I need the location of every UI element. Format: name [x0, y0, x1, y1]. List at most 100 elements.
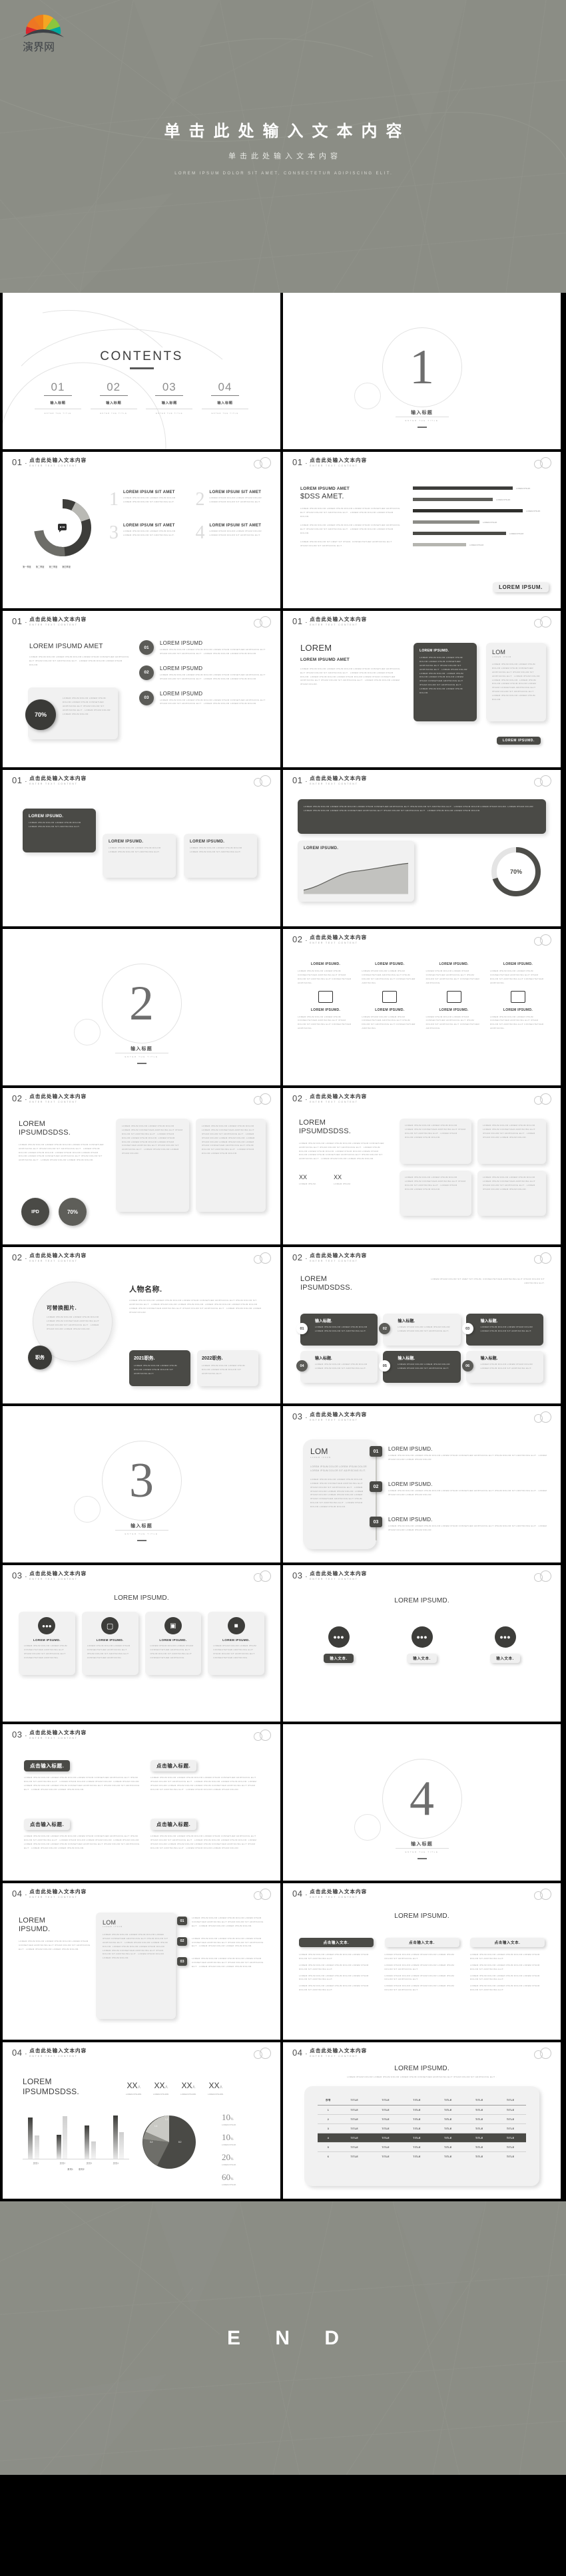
step-item-03[interactable]: 03 LOREM IPSUM DOLOR LOREM IPSUM DOLOR L…	[177, 1957, 264, 1969]
step-item-01[interactable]: 01 LOREM IPSUM DOLOR LOREM IPSUM DOLOR L…	[177, 1917, 264, 1929]
bullet-block-1[interactable]: 点击输入文本. LOREM IPSUM DOLOR LOREM IPSUM DO…	[299, 1935, 374, 1992]
feature-card-1[interactable]: LOREM IPSUMD. LOREM IPSUM DOLOR LOREM IP…	[23, 809, 96, 852]
title-card-01[interactable]: 01 输入标题. LOREM IPSUM DOLOR LOREM IPSUM D…	[296, 1314, 378, 1346]
bullet-title-button[interactable]: 点击输入文本.	[470, 1938, 545, 1947]
section-divider-slide-3[interactable]: 3 输入标题 ENTER THE TITLE	[3, 1406, 280, 1563]
table-row[interactable]: 1 TITLE TITLE TITLE TITLE TITLE TITLE	[318, 2106, 526, 2115]
click-title-block-3[interactable]: 点击输入标题. LOREM IPSUM DOLOR LOREM IPSUM DO…	[24, 1817, 144, 1851]
click-title-block-4[interactable]: 点击输入标题. LOREM IPSUM DOLOR LOREM IPSUM DO…	[150, 1817, 264, 1851]
click-title-block-1[interactable]: 点击输入标题. LOREM IPSUM DOLOR LOREM IPSUM DO…	[24, 1759, 144, 1792]
panel-cta-button[interactable]: LOREM IPSUMD.	[496, 737, 541, 745]
icon-card-3[interactable]: ▣ LOREM IPSUMD. LOREM IPSUM DOLOR LOREM …	[144, 1612, 202, 1675]
title-button[interactable]: 点击输入标题.	[24, 1760, 71, 1771]
detail-card-left[interactable]: LOREM IPSUM DOLOR LOREM IPSUM DOLOR LORE…	[116, 1119, 189, 1212]
role-card-2021[interactable]: 2021职务. LOREM IPSUM DOLOR LOREM IPSUM DO…	[129, 1350, 190, 1386]
table-row[interactable]: 3 TITLE TITLE TITLE TITLE TITLE TITLE	[318, 2124, 526, 2133]
step-item-02[interactable]: 02 LOREM IPSUM DOLOR LOREM IPSUM DOLOR L…	[177, 1936, 264, 1949]
section-divider-slide-2[interactable]: 2 输入标题 ENTER THE TITLE	[3, 929, 280, 1085]
contents-item-04[interactable]: 04 输入标题 ENTER THE TITLE	[201, 381, 248, 415]
click-title-block-2[interactable]: 点击输入标题. LOREM IPSUM DOLOR LOREM IPSUM DO…	[150, 1759, 264, 1792]
table-row[interactable]: 5 TITLE TITLE TITLE TITLE TITLE TITLE	[318, 2143, 526, 2152]
bullet-block-3[interactable]: 点击输入文本. LOREM IPSUM DOLOR LOREM IPSUM DO…	[470, 1935, 545, 1992]
table-row-highlighted[interactable]: 4 TITLE TITLE TITLE TITLE TITLE TITLE	[318, 2133, 526, 2143]
point-item-3[interactable]: 3 LOREM IPSUM SIT AMET LOREM IPSUM DOLOR…	[109, 524, 186, 542]
light-panel[interactable]: LOM LOREM IPSUM LOREM IPSUM DOLOR LOREM …	[486, 643, 546, 721]
slide-donut-four-points[interactable]: 01 . 点击此处输入文本内容 ENTER TEXT CONTENT 第一季度 …	[3, 452, 280, 608]
table-container[interactable]: 序号 TITLE TITLE TITLE TITLE TITLE TITLE 1…	[304, 2086, 539, 2186]
slide-lorem-panels[interactable]: 01 . 点击此处输入文本内容 ENTER TEXT CONTENT LOREM…	[283, 611, 561, 767]
area-chart-card[interactable]: LOREM IPSUMD.	[298, 840, 414, 902]
numbered-item-03[interactable]: 03 LOREM IPSUMD LOREM IPSUM DOLOR LOREM …	[139, 690, 272, 707]
title-card-06[interactable]: 06 输入标题. LOREM IPSUM DOLOR LOREM IPSUM D…	[461, 1351, 543, 1383]
slide-ipd-metrics[interactable]: 02 . 点击此处输入文本内容 ENTER TEXT CONTENT LOREM…	[3, 1088, 280, 1244]
percent-circle[interactable]: 70%	[59, 1198, 87, 1226]
grid-card-3[interactable]: LOREM IPSUM DOLOR LOREM IPSUM DOLOR LORE…	[400, 1171, 471, 1216]
chat-label-button[interactable]: 输入文本.	[490, 1654, 520, 1663]
point-item-4[interactable]: 4 LOREM IPSUM SIT AMET LOREM IPSUM DOLOR…	[196, 524, 273, 542]
percent-card[interactable]: 70% LOREM IPSUM DOLOR LOREM IPSUM DOLOR …	[25, 687, 118, 739]
grid-card-1[interactable]: LOREM IPSUM DOLOR LOREM IPSUM DOLOR LORE…	[400, 1119, 471, 1164]
ipd-circle[interactable]: IPD	[21, 1198, 49, 1226]
chat-item-1[interactable]: ●●● 输入文本.	[307, 1626, 370, 1663]
point-item-2[interactable]: 2 LOREM IPSUM SIT AMET LOREM IPSUM DOLOR…	[196, 490, 273, 509]
numbered-item-01[interactable]: 01 LOREM IPSUMD LOREM IPSUM DOLOR LOREM …	[139, 640, 272, 656]
column-item-4[interactable]: LOREM IPSUMD. LOREM IPSUM DOLOR LOREM IP…	[490, 962, 546, 1031]
icon-card-4[interactable]: ■ LOREM IPSUMD. LOREM IPSUM DOLOR LOREM …	[208, 1612, 264, 1675]
contents-item-01[interactable]: 01 输入标题 ENTER THE TITLE	[35, 381, 81, 415]
slide-click-title-quad[interactable]: 03 . 点击此处输入文本内容 ENTER TEXT CONTENT 点击输入标…	[3, 1724, 280, 1881]
table-row[interactable]: 6 TITLE TITLE TITLE TITLE TITLE TITLE	[318, 2152, 526, 2161]
dark-panel[interactable]: LOREM IPSUMD. LOREM IPSUM DOLOR LOREM IP…	[414, 643, 477, 721]
numbered-item-02[interactable]: 02 LOREM IPSUMD LOREM IPSUM DOLOR LOREM …	[139, 665, 272, 681]
slide-chat-triad[interactable]: 03 . 点击此处输入文本内容 ENTER TEXT CONTENT LOREM…	[283, 1565, 561, 1722]
slide-data-table[interactable]: 04 . 点击此处输入文本内容 ENTER TEXT CONTENT LOREM…	[283, 2042, 561, 2199]
bullet-title-button[interactable]: 点击输入文本.	[299, 1938, 374, 1947]
table-row[interactable]: 2 TITLE TITLE TITLE TITLE TITLE TITLE	[318, 2115, 526, 2124]
slide-person-profile[interactable]: 02 . 点击此处输入文本内容 ENTER TEXT CONTENT 可替换图片…	[3, 1247, 280, 1403]
bullet-block-2[interactable]: 点击输入文本. LOREM IPSUM DOLOR LOREM IPSUM DO…	[384, 1935, 459, 1992]
contents-item-03[interactable]: 03 输入标题 ENTER THE TITLE	[146, 381, 193, 415]
slide-icon-grid-four[interactable]: 03 . 点击此处输入文本内容 ENTER TEXT CONTENT LOREM…	[3, 1565, 280, 1722]
slide-area-chart[interactable]: 01 . 点击此处输入文本内容 ENTER TEXT CONTENT LOREM…	[283, 770, 561, 926]
timeline-item-02[interactable]: 02 LOREM IPSUMD. LOREM IPSUM DOLOR LOREM…	[370, 1481, 548, 1497]
chat-label-button[interactable]: 输入文本.	[324, 1654, 354, 1663]
title-card-05[interactable]: 05 输入标题. LOREM IPSUM DOLOR LOREM IPSUM D…	[379, 1351, 461, 1383]
slide-lom-timeline[interactable]: 03 . 点击此处输入文本内容 ENTER TEXT CONTENT LOM L…	[283, 1406, 561, 1563]
slide-four-columns[interactable]: 02 . 点击此处输入文本内容 ENTER TEXT CONTENT LOREM…	[283, 929, 561, 1085]
role-card-2022[interactable]: 2022职务. LOREM IPSUM DOLOR LOREM IPSUM DO…	[197, 1350, 258, 1386]
slide-charts[interactable]: 04 . 点击此处输入文本内容 ENTER TEXT CONTENT LOREM…	[3, 2042, 280, 2199]
title-card-03[interactable]: 03 输入标题. LOREM IPSUM DOLOR LOREM IPSUM D…	[461, 1314, 543, 1346]
lom-card[interactable]: LOM LOREM IPSUM LOREM IPSUM DOLOR LOREM …	[96, 1913, 176, 2019]
slide-xx-metrics[interactable]: 02 . 点击此处输入文本内容 ENTER TEXT CONTENT LOREM…	[283, 1088, 561, 1244]
slide-title-bullets[interactable]: 04 . 点击此处输入文本内容 ENTER TEXT CONTENT LOREM…	[283, 1883, 561, 2040]
feature-card-3[interactable]: LOREM IPSUMD. LOREM IPSUM DOLOR LOREM IP…	[184, 834, 257, 878]
chat-item-2[interactable]: ●●● 输入文本.	[390, 1626, 453, 1663]
icon-card-1[interactable]: ●●● LOREM IPSUMD. LOREM IPSUM DOLOR LORE…	[19, 1612, 75, 1675]
title-button[interactable]: 点击输入标题.	[150, 1760, 197, 1771]
title-card-02[interactable]: 02 输入标题. LOREM IPSUM DOLOR LOREM IPSUM D…	[379, 1314, 461, 1346]
column-item-1[interactable]: LOREM IPSUMD. LOREM IPSUM DOLOR LOREM IP…	[298, 962, 354, 1031]
column-item-2[interactable]: LOREM IPSUMD. LOREM IPSUM DOLOR LOREM IP…	[362, 962, 418, 1031]
slide-progress-bars[interactable]: 01 . 点击此处输入文本内容 ENTER TEXT CONTENT LOREM…	[283, 452, 561, 608]
slide-six-title-cards[interactable]: 02 . 点击此处输入文本内容 ENTER TEXT CONTENT LOREM…	[283, 1247, 561, 1403]
title-button[interactable]: 点击输入标题.	[150, 1819, 197, 1830]
timeline-item-01[interactable]: 01 LOREM IPSUMD. LOREM IPSUM DOLOR LOREM…	[370, 1446, 548, 1462]
icon-card-2[interactable]: ▢ LOREM IPSUMD. LOREM IPSUM DOLOR LOREM …	[81, 1612, 139, 1675]
lom-side-panel[interactable]: LOM LOREM IPSUM LOREM IPSUM DOLOR LOREM …	[303, 1439, 376, 1549]
section-divider-slide-1[interactable]: 1 输入标题 ENTER THE TITLE	[283, 293, 561, 449]
point-item-1[interactable]: 1 LOREM IPSUM SIT AMET LOREM IPSUM DOLOR…	[109, 490, 186, 509]
section-divider-slide-4[interactable]: 4 输入标题 ENTER THE TITLE	[283, 1724, 561, 1881]
slide-percent-and-list[interactable]: 01 . 点击此处输入文本内容 ENTER TEXT CONTENT LOREM…	[3, 611, 280, 767]
column-item-3[interactable]: LOREM IPSUMD. LOREM IPSUM DOLOR LOREM IP…	[426, 962, 482, 1031]
bullet-title-button[interactable]: 点击输入文本.	[384, 1938, 459, 1947]
slide-lom-steps[interactable]: 04 . 点击此处输入文本内容 ENTER TEXT CONTENT LOREM…	[3, 1883, 280, 2040]
grid-card-4[interactable]: LOREM IPSUM DOLOR LOREM IPSUM DOLOR LORE…	[477, 1171, 546, 1216]
grid-card-2[interactable]: LOREM IPSUM DOLOR LOREM IPSUM DOLOR LORE…	[477, 1119, 546, 1164]
contents-item-02[interactable]: 02 输入标题 ENTER THE TITLE	[90, 381, 137, 415]
chat-item-3[interactable]: ●●● 输入文本.	[473, 1626, 537, 1663]
contents-slide[interactable]: CONTENTS 01 输入标题 ENTER THE TITLE 02 输入标题	[3, 293, 280, 449]
cta-button[interactable]: LOREM IPSUM.	[493, 582, 549, 592]
timeline-item-03[interactable]: 03 LOREM IPSUMD. LOREM IPSUM DOLOR LOREM…	[370, 1517, 548, 1533]
chat-label-button[interactable]: 输入文本.	[407, 1654, 437, 1663]
detail-card-right[interactable]: LOREM IPSUM DOLOR LOREM IPSUM DOLOR LORE…	[196, 1119, 266, 1212]
title-card-04[interactable]: 04 输入标题. LOREM IPSUM DOLOR LOREM IPSUM D…	[296, 1351, 378, 1383]
